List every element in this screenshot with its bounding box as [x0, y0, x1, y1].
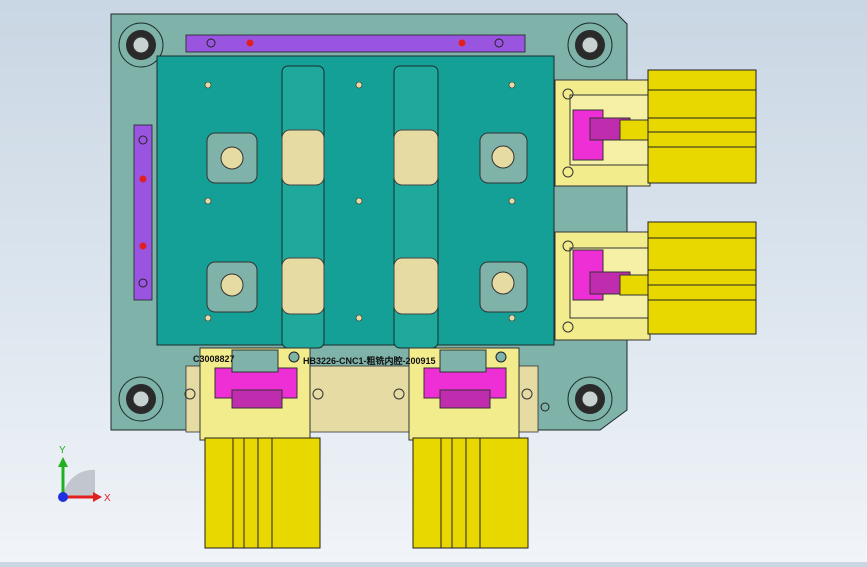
cylinder-bottom-right[interactable]	[412, 437, 529, 549]
x-arrow-head	[93, 492, 102, 502]
cad-viewport[interactable]: C3008827 HB3226-CNC1-粗铣内腔-200915 Y X	[0, 0, 867, 562]
z-axis-dot	[58, 492, 68, 502]
fixture-model-view[interactable]: C3008827 HB3226-CNC1-粗铣内腔-200915 Y X	[0, 0, 867, 562]
purple-locating-bar-top[interactable]	[185, 34, 526, 53]
cylinder-bottom-left[interactable]	[204, 437, 321, 549]
top-plate[interactable]	[156, 55, 555, 349]
locating-pin	[206, 132, 258, 184]
locating-pin	[479, 261, 528, 313]
corner-bushing-bottom-right[interactable]	[567, 376, 613, 422]
axis-label-x: X	[104, 493, 111, 504]
purple-locating-bar-left[interactable]	[133, 124, 153, 301]
coordinate-triad[interactable]: Y X	[58, 445, 111, 504]
locating-pin	[206, 261, 258, 313]
axis-label-y: Y	[59, 445, 66, 456]
cylinder-right-upper[interactable]	[647, 69, 757, 184]
corner-bushing-top-left[interactable]	[118, 22, 164, 68]
pad	[281, 257, 325, 315]
screw-head	[288, 351, 300, 363]
corner-bushing-top-right[interactable]	[567, 22, 613, 68]
pad	[281, 129, 325, 186]
locating-pin	[479, 132, 528, 184]
drawing-title-label: HB3226-CNC1-粗铣内腔-200915	[303, 355, 436, 366]
y-arrow-head	[58, 457, 68, 467]
corner-bushing-bottom-left[interactable]	[118, 376, 164, 422]
pad	[393, 129, 439, 186]
cylinder-right-lower[interactable]	[647, 221, 757, 335]
right-clamp-upper[interactable]	[554, 79, 651, 187]
part-code-label: C3008827	[193, 354, 235, 364]
screw-head	[495, 351, 507, 363]
pad	[393, 257, 439, 315]
right-clamp-lower[interactable]	[554, 231, 651, 341]
